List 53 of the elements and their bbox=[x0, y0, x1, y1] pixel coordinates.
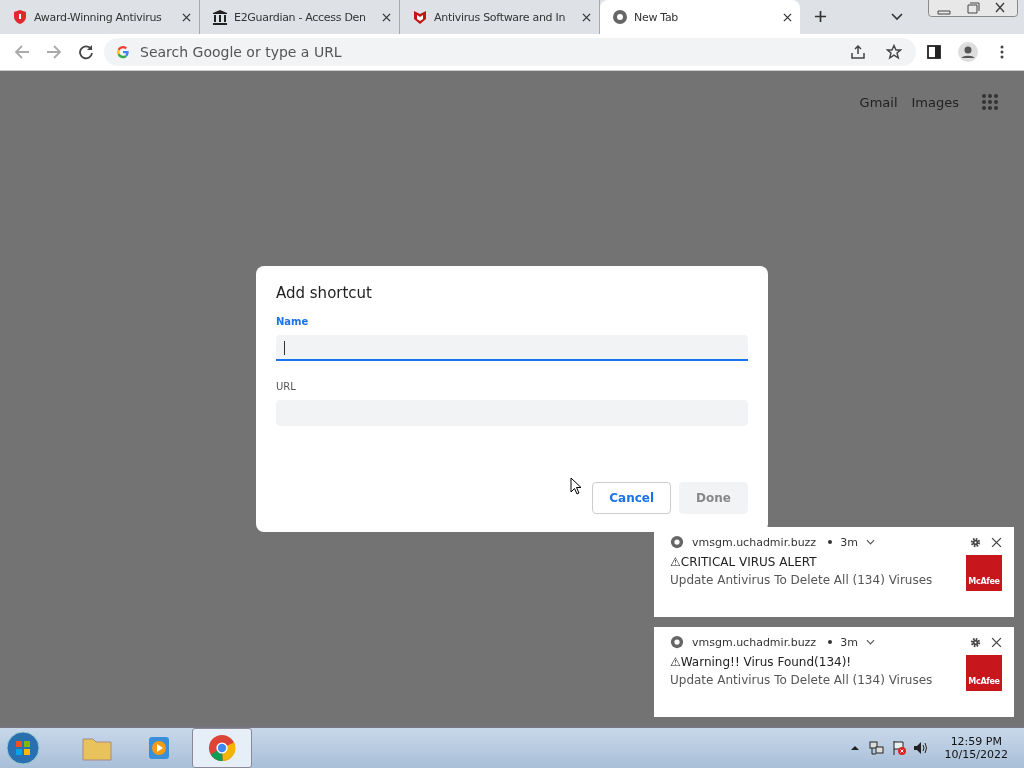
google-g-icon bbox=[116, 45, 130, 59]
address-input[interactable]: Search Google or type a URL bbox=[138, 43, 836, 61]
chrome-icon bbox=[670, 635, 684, 649]
notification-card[interactable]: vmsgm.uchadmir.buzz 3m ⚠CRITICAL VIRUS ALERT Update Antivirus To Delete All (134) Viruses McAfee bbox=[654, 527, 1014, 617]
notification-time: 3m bbox=[840, 535, 858, 549]
chrome-icon bbox=[612, 9, 628, 25]
chevron-down-icon[interactable] bbox=[891, 13, 903, 21]
notification-message: Update Antivirus To Delete All (134) Viruses bbox=[670, 573, 934, 587]
profile-icon[interactable] bbox=[958, 42, 978, 62]
flag-icon[interactable] bbox=[890, 740, 907, 756]
field-label: URL bbox=[276, 381, 297, 392]
browser-tab[interactable]: New Tab bbox=[600, 0, 800, 34]
notification-source: vmsgm.uchadmir.buzz bbox=[692, 535, 817, 549]
notification-title: ⚠CRITICAL VIRUS ALERT bbox=[670, 555, 818, 569]
dialog-button[interactable]: Cancel bbox=[592, 482, 672, 514]
close-icon[interactable] bbox=[991, 636, 1002, 648]
chrome-icon bbox=[207, 734, 237, 762]
mouse-cursor-icon bbox=[570, 477, 582, 495]
taskbar-app[interactable] bbox=[192, 728, 252, 768]
chevron-down-icon[interactable] bbox=[865, 539, 875, 545]
address-bar[interactable]: Search Google or type a URL bbox=[104, 38, 916, 66]
shield-icon bbox=[412, 9, 428, 25]
notification-image: McAfee bbox=[966, 655, 1002, 691]
settings-icon[interactable] bbox=[970, 636, 981, 648]
input-field[interactable] bbox=[276, 335, 748, 361]
dialog-title: Add shortcut bbox=[276, 284, 373, 302]
chevron-down-icon[interactable] bbox=[865, 639, 875, 645]
clock-date: 10/15/2022 bbox=[944, 748, 1008, 761]
speaker-icon[interactable] bbox=[912, 740, 929, 756]
notification-image: McAfee bbox=[966, 555, 1002, 591]
close-icon[interactable] bbox=[783, 12, 792, 22]
notification-message: Update Antivirus To Delete All (134) Viruses bbox=[670, 673, 934, 687]
separator-dot-icon bbox=[828, 540, 833, 544]
notification-time: 3m bbox=[840, 635, 858, 649]
chrome-icon bbox=[670, 535, 684, 549]
close-icon[interactable] bbox=[182, 12, 191, 22]
window-controls[interactable] bbox=[928, 0, 1018, 17]
building-icon bbox=[212, 9, 228, 25]
close-icon[interactable] bbox=[991, 536, 1002, 548]
close-icon[interactable] bbox=[582, 12, 591, 22]
apps-grid-icon[interactable] bbox=[981, 93, 999, 111]
close-icon[interactable] bbox=[382, 12, 391, 22]
notification-card[interactable]: vmsgm.uchadmir.buzz 3m ⚠Warning!! Virus Found(134)! Update Antivirus To Delete All (134) Viruses McAfee bbox=[654, 627, 1014, 717]
separator-dot-icon bbox=[828, 640, 833, 644]
network-icon[interactable] bbox=[868, 740, 885, 756]
notification-source: vmsgm.uchadmir.buzz bbox=[692, 635, 817, 649]
shield-icon bbox=[12, 9, 28, 25]
new-tab-icon[interactable] bbox=[814, 10, 827, 23]
start-button[interactable] bbox=[6, 731, 40, 765]
clock-time: 12:59 PM bbox=[950, 735, 1002, 748]
field-label: Name bbox=[276, 316, 310, 327]
settings-icon[interactable] bbox=[970, 536, 981, 548]
notification-title: ⚠Warning!! Virus Found(134)! bbox=[670, 655, 853, 669]
